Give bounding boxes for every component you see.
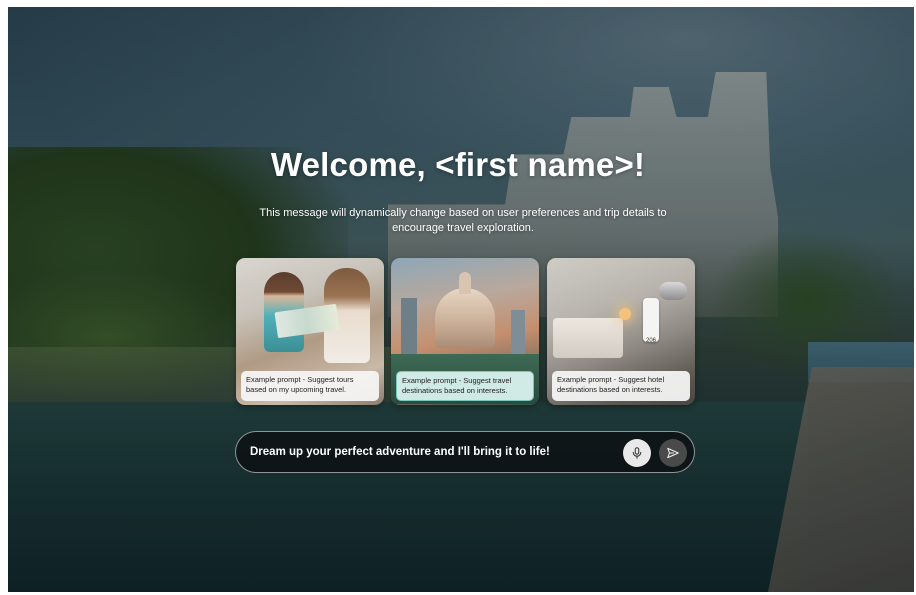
- prompt-input[interactable]: [250, 432, 610, 472]
- bed: [553, 318, 623, 358]
- building: [401, 298, 417, 358]
- prompt-card-tours[interactable]: Example prompt - Suggest tours based on …: [236, 258, 384, 405]
- lamp: [619, 308, 631, 320]
- send-button[interactable]: [659, 439, 687, 467]
- send-icon: [667, 447, 679, 459]
- example-prompt-cards: Example prompt - Suggest tours based on …: [236, 258, 695, 408]
- basilica-spire: [459, 272, 471, 294]
- prompt-bar: [235, 431, 695, 473]
- prompt-card-label: Example prompt - Suggest hotel destinati…: [552, 371, 690, 401]
- key-tag-number: 206: [645, 338, 656, 344]
- microphone-button[interactable]: [623, 439, 651, 467]
- key-tag-icon: [643, 298, 659, 342]
- prompt-card-label: Example prompt - Suggest travel destinat…: [396, 371, 534, 401]
- door-knob: [659, 282, 687, 300]
- basilica-dome: [435, 288, 495, 348]
- prompt-card-label: Example prompt - Suggest tours based on …: [241, 371, 379, 401]
- welcome-title: Welcome, <first name>!: [270, 146, 646, 183]
- welcome-subtitle: This message will dynamically change bas…: [259, 207, 667, 234]
- microphone-icon: [632, 447, 642, 459]
- prompt-card-destinations[interactable]: Example prompt - Suggest travel destinat…: [391, 258, 539, 405]
- building: [511, 310, 525, 358]
- prompt-card-hotels[interactable]: 206 Example prompt - Suggest hotel desti…: [547, 258, 695, 405]
- main-content: Welcome, <first name>! This message will…: [0, 0, 916, 595]
